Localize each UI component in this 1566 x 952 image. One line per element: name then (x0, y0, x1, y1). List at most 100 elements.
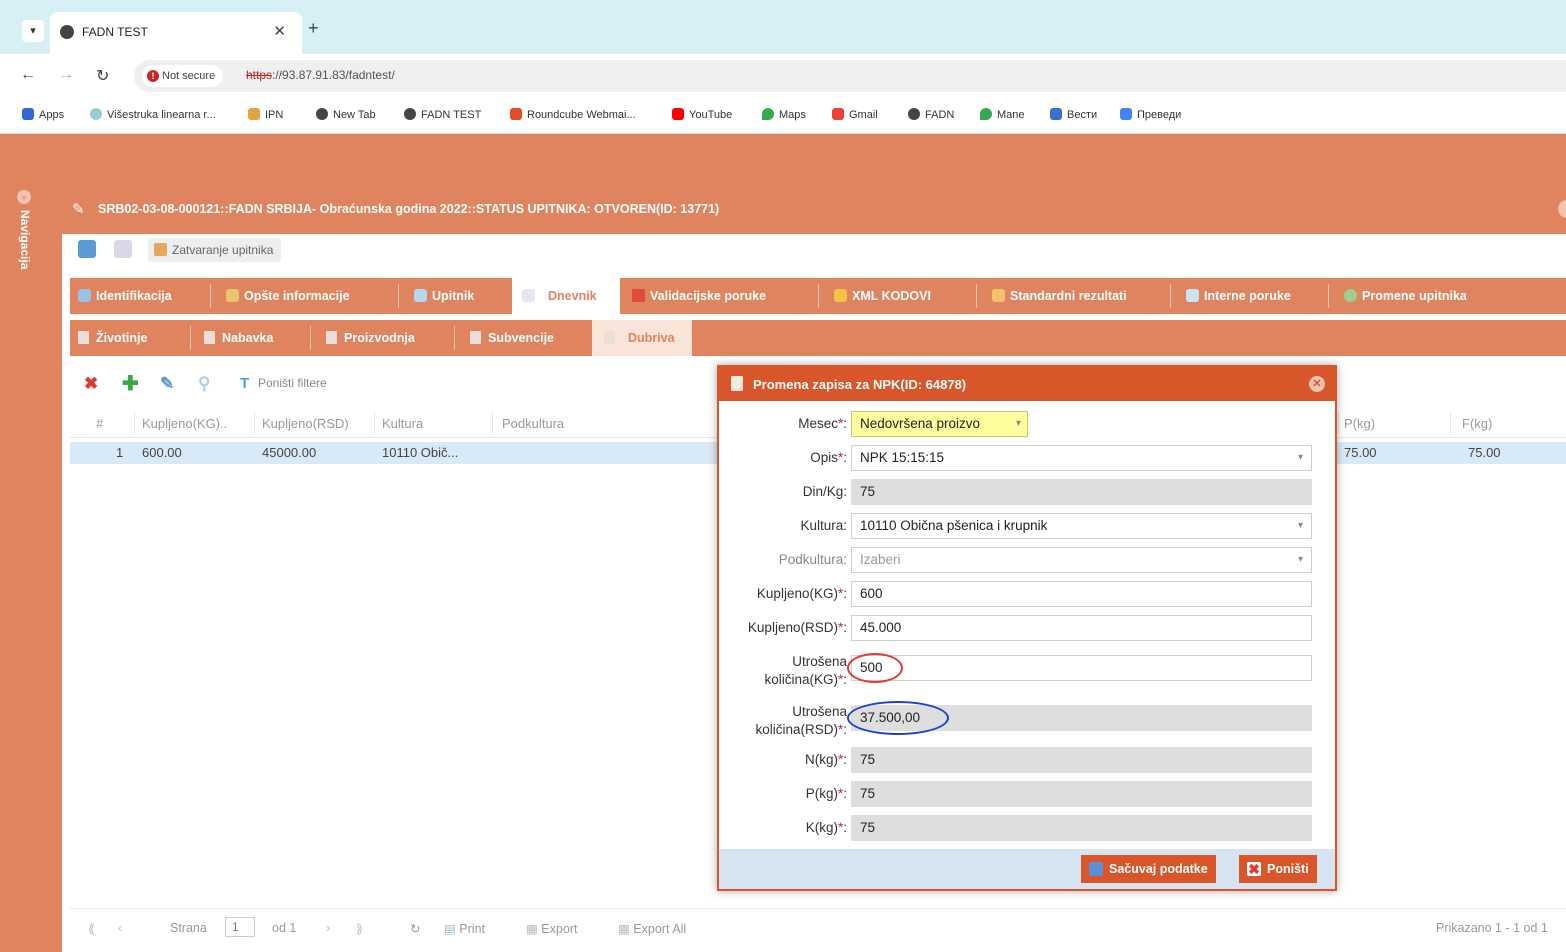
month-select[interactable]: Nedovršena proizvo ▾ (851, 411, 1028, 437)
column-header[interactable]: # (96, 416, 103, 431)
k-kg-field: 75 (851, 815, 1312, 841)
used-kg-input[interactable]: 500 (851, 655, 1312, 681)
url-box[interactable]: ! Not secure https://93.87.91.83/fadntes… (134, 60, 1566, 92)
cell-rsd: 45000.00 (262, 445, 317, 460)
bookmark-item[interactable]: Roundcube Webmai... (510, 108, 636, 121)
warning-icon (632, 289, 645, 302)
bookmark-item[interactable]: FADN TEST (404, 108, 481, 121)
panel-header: ✎ SRB02-03-08-000121::FADN SRBIJA- Obrać… (62, 186, 1566, 234)
tab-identifikacija[interactable]: Identifikacija (74, 278, 206, 314)
bookmark-item[interactable]: FADN (908, 108, 954, 121)
edit-icon[interactable]: ✎ (160, 374, 174, 394)
bookmark-item[interactable]: Gmail (832, 108, 878, 121)
tab-xml-kodovi[interactable]: XML KODOVI (830, 278, 970, 314)
field-label: Mesec*: (798, 416, 847, 431)
delete-icon[interactable]: ✖ (84, 374, 98, 394)
navigation-label: Navigacija (18, 210, 32, 270)
column-header[interactable]: Kupljeno(KG).. (142, 416, 227, 431)
tab-promene-upitnika[interactable]: Promene upitnika (1340, 278, 1510, 314)
globe-icon (404, 108, 416, 120)
navigation-strip[interactable]: » Navigacija (8, 180, 42, 952)
bookmark-item[interactable]: YouTube (672, 108, 732, 121)
browser-tab[interactable]: FADN TEST ✕ (50, 12, 302, 54)
field-label: P(kg)*: (805, 786, 847, 801)
close-tab-icon[interactable]: ✕ (273, 22, 286, 40)
chevron-down-icon: ▾ (1297, 452, 1303, 463)
reload-icon[interactable]: ↻ (96, 66, 109, 86)
navigation-toggle-icon[interactable]: » (17, 190, 31, 204)
cancel-icon: ✖ (1247, 861, 1261, 877)
print-button[interactable]: ▤ Print (444, 921, 485, 936)
first-page-icon[interactable]: ⟪ (88, 921, 95, 936)
last-page-icon[interactable]: ⟫ (356, 921, 363, 936)
tab-nabavka[interactable]: Nabavka (200, 320, 304, 356)
maps-icon (762, 108, 774, 120)
column-header[interactable]: Kupljeno(RSD) (262, 416, 349, 431)
security-indicator[interactable]: ! Not secure (142, 65, 224, 87)
url-text[interactable]: https://93.87.91.83/fadntest/ (246, 68, 395, 82)
page-input[interactable]: 1 (225, 917, 255, 937)
prev-page-icon[interactable]: ‹ (118, 921, 122, 935)
bookmark-icon (248, 108, 260, 120)
dialog-header[interactable]: Promena zapisa za NPK(ID: 64878) ✕ (719, 367, 1335, 401)
column-header[interactable]: F(kg) (1462, 416, 1492, 431)
search-icon[interactable]: ⚲ (198, 374, 210, 394)
tab-proizvodnja[interactable]: Proizvodnja (322, 320, 450, 356)
field-label: Kupljeno(KG)*: (756, 586, 847, 601)
blue-highlight-circle (847, 701, 949, 735)
din-per-kg-field: 75 (851, 479, 1312, 505)
column-header[interactable]: Kultura (382, 416, 423, 431)
subcrop-select[interactable]: Izaberi ▾ (851, 547, 1312, 573)
tab-zivotinje[interactable]: Životinje (74, 320, 182, 356)
close-icon[interactable] (1558, 200, 1566, 218)
tab-validacijske-poruke[interactable]: Validacijske poruke (628, 278, 812, 314)
tab-standardni-rezultati[interactable]: Standardni rezultati (988, 278, 1164, 314)
field-label: Utrošena količina(RSD)*: (755, 704, 847, 737)
reset-filters-button[interactable]: T Poništi filtere (240, 375, 327, 392)
purchased-rsd-input[interactable]: 45.000 (851, 615, 1312, 641)
cancel-button[interactable]: ✖ Poništi (1239, 855, 1317, 883)
export-all-button[interactable]: ▦ Export All (618, 921, 686, 936)
export-button[interactable]: ▦ Export (526, 921, 577, 936)
column-header[interactable]: Podkultura (502, 416, 564, 431)
document-icon (326, 331, 337, 344)
crop-select[interactable]: 10110 Obična pšenica i krupnik ▾ (851, 513, 1312, 539)
tab-dnevnik[interactable]: Dnevnik (512, 278, 620, 314)
bookmark-item[interactable]: Преведи (1120, 108, 1181, 121)
field-label: Opis*: (810, 450, 847, 465)
add-icon[interactable]: ✚ (122, 371, 139, 396)
field-label: Podkultura: (778, 552, 847, 567)
tab-dubriva[interactable]: Dubriva (592, 320, 692, 356)
document-icon[interactable] (114, 240, 132, 258)
globe-icon (60, 25, 74, 39)
bookmark-item[interactable]: Maps (762, 108, 806, 121)
filter-icon: T (240, 375, 250, 392)
main-tabs: Identifikacija Opšte informacije Upitnik… (70, 278, 1566, 314)
new-tab-icon[interactable]: + (308, 18, 319, 39)
save-button[interactable]: Sačuvaj podatke (1081, 855, 1216, 883)
bookmarks-bar: Apps Višestruka linearna r... IPN New Ta… (0, 98, 1566, 134)
next-page-icon[interactable]: › (326, 921, 330, 935)
tab-search-icon[interactable]: ▾ (22, 20, 44, 42)
tab-subvencije[interactable]: Subvencije (466, 320, 586, 356)
refresh-icon[interactable]: ↻ (410, 921, 420, 936)
roundcube-icon (510, 108, 522, 120)
tab-upitnik[interactable]: Upitnik (410, 278, 500, 314)
bookmark-item[interactable]: Mane (980, 108, 1025, 121)
description-select[interactable]: NPK 15:15:15 ▾ (851, 445, 1312, 471)
chevron-down-icon: ▾ (1015, 418, 1021, 429)
close-icon[interactable]: ✕ (1309, 376, 1325, 392)
refresh-data-icon[interactable] (78, 240, 96, 258)
bookmark-item[interactable]: IPN (248, 108, 283, 121)
tab-opste-informacije[interactable]: Opšte informacije (222, 278, 392, 314)
forward-icon[interactable]: → (58, 66, 74, 84)
column-header[interactable]: P(kg) (1344, 416, 1375, 431)
bookmark-item[interactable]: Višestruka linearna r... (90, 108, 216, 121)
close-questionnaire-button[interactable]: Zatvaranje upitnika (148, 238, 282, 262)
purchased-kg-input[interactable]: 600 (851, 581, 1312, 607)
back-icon[interactable]: ← (20, 66, 36, 84)
bookmark-apps[interactable]: Apps (22, 108, 64, 121)
tab-interne-poruke[interactable]: Interne poruke (1182, 278, 1322, 314)
bookmark-item[interactable]: Вести (1050, 108, 1097, 121)
bookmark-item[interactable]: New Tab (316, 108, 376, 121)
